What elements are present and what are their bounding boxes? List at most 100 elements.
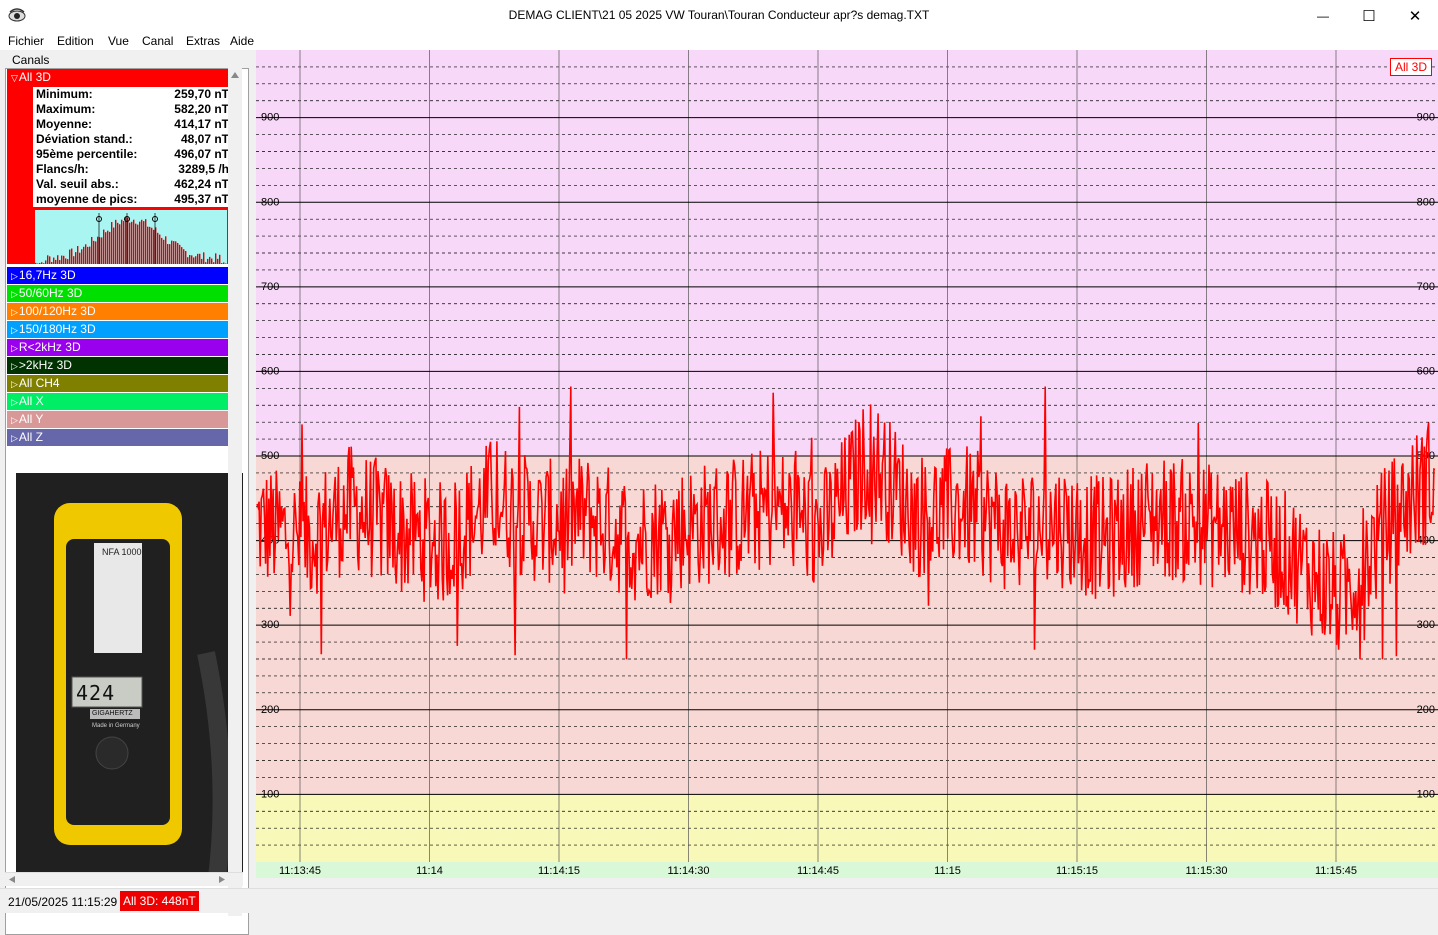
histogram-bar (165, 236, 166, 264)
histogram-bar (123, 221, 124, 264)
histogram-bar (145, 219, 146, 264)
channel-item[interactable]: ▷All X (7, 393, 230, 410)
expand-triangle-icon[interactable]: ▷ (11, 343, 18, 353)
channel-item[interactable]: ▷150/180Hz 3D (7, 321, 230, 338)
channel-name: 50/60Hz 3D (19, 286, 82, 300)
histogram-bar (73, 256, 74, 264)
histogram-bar (57, 255, 58, 264)
histogram-bar (207, 259, 208, 264)
menu-vue[interactable]: Vue (108, 34, 129, 48)
channel-item[interactable]: ▷100/120Hz 3D (7, 303, 230, 320)
histogram-bar (161, 238, 162, 264)
expand-triangle-icon[interactable]: ▷ (11, 433, 18, 443)
close-button[interactable]: ✕ (1392, 0, 1438, 31)
histogram-bar (97, 237, 98, 264)
histogram-bar (219, 255, 220, 264)
expand-triangle-icon[interactable]: ▷ (11, 361, 18, 371)
channel-item[interactable]: ▷16,7Hz 3D (7, 267, 230, 284)
expand-triangle-icon[interactable]: ▷ (11, 379, 18, 389)
histogram-bar (91, 237, 92, 264)
histogram-bar (187, 257, 188, 264)
y-tick-label-left: 100 (261, 788, 279, 800)
histogram-bar (75, 252, 76, 264)
stat-label: Flancs/h: (36, 162, 89, 177)
expand-triangle-icon[interactable]: ▷ (11, 415, 18, 425)
histogram-bar (185, 251, 186, 264)
sidebar-horizontal-scrollbar[interactable] (5, 872, 243, 886)
y-tick-label-left: 700 (261, 281, 279, 293)
histogram-bar (41, 262, 42, 264)
histogram-bar (55, 260, 56, 264)
x-tick-label: 11:13:45 (279, 865, 321, 877)
y-tick-label-right: 600 (1417, 365, 1435, 377)
channel-item[interactable]: ▷All CH4 (7, 375, 230, 392)
signal-chart[interactable]: 1001002002003003004004005005006006007007… (256, 50, 1438, 878)
histogram-bar (177, 243, 178, 264)
histogram-bar (201, 259, 202, 264)
menu-extras[interactable]: Extras (186, 34, 220, 48)
scroll-left-icon[interactable] (9, 876, 15, 883)
histogram-bar (113, 228, 114, 264)
histogram-bar (77, 246, 78, 264)
y-tick-label-right: 200 (1417, 704, 1435, 716)
y-tick-label-left: 800 (261, 196, 279, 208)
channel-header-all-3d[interactable]: ▽All 3D (7, 69, 230, 86)
maximize-icon: ☐ (1362, 7, 1375, 25)
histogram-bar (117, 223, 118, 264)
expand-triangle-icon[interactable]: ▷ (11, 325, 18, 335)
histogram-bar (225, 263, 226, 264)
sidebar-vertical-scrollbar[interactable] (228, 68, 242, 916)
x-tick-label: 11:14:15 (538, 865, 580, 877)
y-tick-label-left: 600 (261, 365, 279, 377)
menu-aide[interactable]: Aide (230, 34, 254, 48)
expand-triangle-icon[interactable]: ▷ (11, 307, 18, 317)
menu-edition[interactable]: Edition (57, 34, 94, 48)
channel-stats: Minimum:259,70 nTMaximum:582,20 nTMoyenn… (33, 87, 229, 207)
close-icon: ✕ (1409, 7, 1422, 25)
stat-row: Maximum:582,20 nT (36, 102, 229, 117)
stat-value: 414,17 nT (174, 117, 229, 132)
histogram-bar (159, 235, 160, 264)
histogram-bar (49, 256, 50, 264)
expand-triangle-icon[interactable]: ▷ (11, 289, 18, 299)
status-current-value: All 3D: 448nT (120, 891, 199, 911)
histogram-bar (141, 220, 142, 264)
histogram-bar (191, 255, 192, 264)
channel-list: ▽All 3D Minimum:259,70 nTMaximum:582,20 … (5, 68, 249, 935)
histogram-bar (47, 255, 48, 264)
menu-bar: Fichier Edition Vue Canal Extras Aide (0, 31, 1438, 50)
meter-brand: GIGAHERTZ (92, 710, 133, 717)
maximize-button[interactable]: ☐ (1346, 0, 1392, 31)
channel-item[interactable]: ▷R<2kHz 3D (7, 339, 230, 356)
x-tick-label: 11:15 (934, 865, 961, 877)
histogram-bar (131, 222, 132, 264)
menu-fichier[interactable]: Fichier (8, 34, 44, 48)
channel-item[interactable]: ▷50/60Hz 3D (7, 285, 230, 302)
chart-svg[interactable]: 1001002002003003004004005005006006007007… (256, 50, 1438, 878)
x-tick-label: 11:14 (416, 865, 443, 877)
minimize-button[interactable]: — (1300, 0, 1346, 31)
histogram-bar (101, 237, 102, 264)
scroll-up-icon[interactable] (231, 72, 239, 78)
histogram-bar (139, 222, 140, 264)
scroll-right-icon[interactable] (219, 876, 225, 883)
histogram-bar (121, 220, 122, 264)
meter-made-in: Made in Germany (92, 723, 140, 729)
stat-row: Déviation stand.:48,07 nT (36, 132, 229, 147)
expand-triangle-icon[interactable]: ▷ (11, 271, 18, 281)
histogram-bar (173, 241, 174, 264)
expand-triangle-icon[interactable]: ▷ (11, 397, 18, 407)
histogram-bar (103, 230, 104, 264)
channel-item[interactable]: ▷All Y (7, 411, 230, 428)
stat-value: 3289,5 /h (178, 162, 229, 177)
menu-canal[interactable]: Canal (142, 34, 173, 48)
histogram-bar (193, 257, 194, 264)
channel-item[interactable]: ▷>2kHz 3D (7, 357, 230, 374)
stat-label: Val. seuil abs.: (36, 177, 119, 192)
meter-label-plate (94, 543, 142, 653)
histogram-bar (129, 223, 130, 264)
stat-label: 95ème percentile: (36, 147, 137, 162)
collapse-triangle-icon[interactable]: ▽ (11, 73, 18, 83)
histogram-bar (115, 220, 116, 264)
channel-item[interactable]: ▷All Z (7, 429, 230, 446)
